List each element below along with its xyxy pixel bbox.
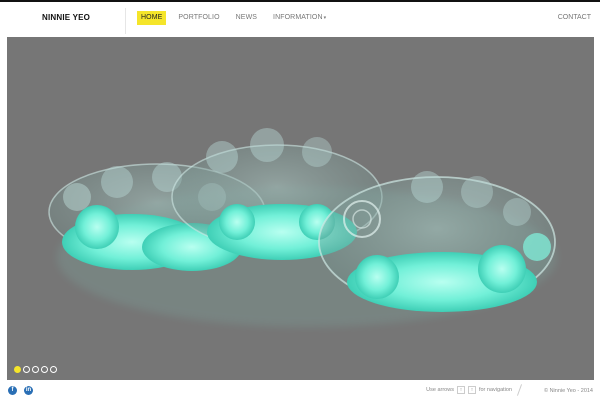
hint-suffix: for navigation [478, 387, 512, 393]
hero-slider[interactable] [7, 37, 594, 380]
arrow-key-icon: ↑ [456, 386, 465, 394]
nav-item-contact[interactable]: CONTACT [558, 14, 591, 21]
facebook-icon[interactable]: f [8, 386, 17, 395]
site-logo[interactable]: NINNIE YEO [42, 13, 90, 22]
linkedin-icon[interactable]: in [24, 386, 33, 395]
nav-item-home[interactable]: HOME [137, 11, 167, 25]
arrow-key-icon: ↑ [467, 386, 476, 394]
chevron-down-icon: ▾ [323, 15, 327, 21]
navigation-hint: Use arrows ↑ ↑ for navigation [426, 386, 512, 394]
hint-prefix: Use arrows [426, 387, 454, 393]
slider-pagination [14, 366, 57, 373]
main-nav: HOME PORTFOLIO NEWS INFORMATION▾ [137, 11, 338, 25]
slider-dot[interactable] [23, 366, 30, 373]
nav-item-news[interactable]: NEWS [232, 11, 261, 25]
nav-item-portfolio[interactable]: PORTFOLIO [174, 11, 223, 25]
slider-dot[interactable] [41, 366, 48, 373]
copyright-text: © Ninnie Yeo - 2014 [543, 388, 593, 394]
footer-divider [516, 384, 523, 396]
site-footer: f in Use arrows ↑ ↑ for navigation © Nin… [0, 381, 600, 400]
header-divider [125, 8, 126, 34]
nav-item-information[interactable]: INFORMATION▾ [269, 11, 330, 25]
nav-item-information-label: INFORMATION [273, 14, 323, 21]
slider-dot[interactable] [14, 366, 21, 373]
slide-image [48, 128, 557, 327]
slider-dot[interactable] [50, 366, 57, 373]
slider-dot[interactable] [32, 366, 39, 373]
site-header: NINNIE YEO HOME PORTFOLIO NEWS INFORMATI… [0, 2, 600, 36]
